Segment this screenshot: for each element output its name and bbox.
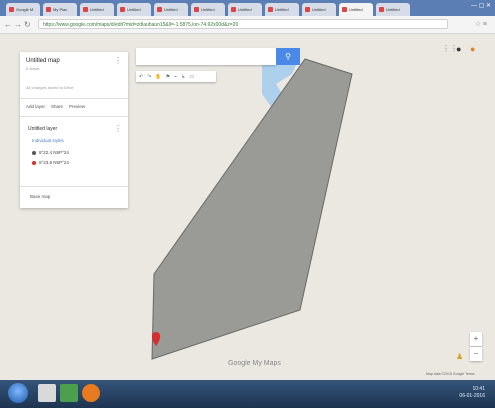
start-button[interactable]: [8, 383, 28, 403]
system-tray[interactable]: 10:41 06-01-2016: [459, 386, 485, 400]
divider: [20, 186, 128, 187]
notifications-icon[interactable]: ●: [456, 44, 461, 54]
layer-style-link[interactable]: Individual styles: [32, 138, 64, 143]
panel-menu-icon[interactable]: ⋮: [114, 56, 122, 65]
base-map-toggle[interactable]: Base map: [30, 194, 50, 199]
browser-tab[interactable]: My Plac: [43, 3, 77, 16]
marker-icon: [32, 160, 36, 165]
browser-tab[interactable]: Untitled: [154, 3, 188, 16]
address-bar-row: ← → ↻ https://www.google.com/maps/d/edit…: [0, 16, 495, 34]
tab-favicon-icon: [9, 7, 14, 12]
browser-tab[interactable]: Untitled: [302, 3, 336, 16]
window-controls[interactable]: — ▢ ✕: [471, 2, 491, 9]
divider: [20, 98, 128, 99]
firefox-icon[interactable]: [82, 384, 100, 402]
panel-actions: Add layer Share Preview: [26, 104, 85, 109]
map-views: 0 views: [26, 66, 40, 71]
tab-favicon-icon: [268, 7, 273, 12]
browser-tab[interactable]: Untitled: [228, 3, 262, 16]
tab-label: Untitled: [312, 7, 326, 12]
url-field[interactable]: https://www.google.com/maps/d/edit?mid=z…: [38, 19, 448, 29]
tab-favicon-icon: [342, 7, 347, 12]
tab-favicon-icon: [46, 7, 51, 12]
tab-label: Untitled: [164, 7, 178, 12]
browser-tab[interactable]: Untitled: [117, 3, 151, 16]
clock-date: 06-01-2016: [459, 393, 485, 399]
os-taskbar: 10:41 06-01-2016: [0, 380, 495, 408]
clock-time: 10:41: [472, 386, 485, 392]
tab-favicon-icon: [305, 7, 310, 12]
search-button[interactable]: ⚲: [276, 48, 300, 65]
zoom-out-button[interactable]: −: [470, 347, 482, 361]
tab-label: Google M: [16, 7, 34, 12]
add-layer-button[interactable]: Add layer: [26, 104, 45, 109]
tab-label: Untitled: [201, 7, 215, 12]
tab-label: Untitled: [90, 7, 104, 12]
redo-icon[interactable]: ↷: [147, 74, 151, 80]
directions-icon[interactable]: ↳: [181, 74, 185, 80]
map-attribution[interactable]: Map data ©2015 Google Terms: [426, 372, 475, 376]
list-item[interactable]: 9°22.4 N5P°24: [32, 150, 69, 155]
browser-tab[interactable]: Untitled: [376, 3, 410, 16]
tab-label: Untitled: [386, 7, 400, 12]
search-input[interactable]: [136, 48, 276, 65]
tab-favicon-icon: [120, 7, 125, 12]
tab-favicon-icon: [231, 7, 236, 12]
drawn-polygon: [151, 58, 353, 360]
reload-icon[interactable]: ↻: [24, 20, 31, 29]
pegman-icon[interactable]: ♟: [456, 352, 463, 361]
tab-favicon-icon: [194, 7, 199, 12]
hand-icon[interactable]: ✋: [155, 74, 161, 80]
map-canvas[interactable]: Untitled map 0 views ⋮ All changes saved…: [0, 34, 495, 380]
ruler-icon[interactable]: ▭: [189, 74, 194, 80]
tab-favicon-icon: [379, 7, 384, 12]
layer-name[interactable]: Untitled layer: [28, 126, 57, 132]
browser-tab[interactable]: Untitled: [265, 3, 299, 16]
list-item[interactable]: 9°23.8 N5P°24: [32, 160, 69, 165]
divider: [20, 116, 128, 117]
bookmark-star-icon[interactable]: ☆ ≡: [475, 20, 487, 28]
browser-tab[interactable]: Untitled: [339, 3, 373, 16]
drawing-toolbar: ↶ ↷ ✋ ⚑ ⌁ ↳ ▭: [136, 71, 216, 82]
browser-tab-strip: — ▢ ✕ Google M My Plac Untitled Untitled Unt…: [0, 0, 495, 16]
search-icon: ⚲: [285, 52, 291, 61]
polygon-icon: [32, 150, 36, 155]
layer-menu-icon[interactable]: ⋮: [114, 124, 122, 133]
share-button[interactable]: Share: [51, 104, 63, 109]
browser-tab[interactable]: Untitled: [191, 3, 225, 16]
zoom-in-button[interactable]: +: [470, 332, 482, 346]
file-explorer-icon[interactable]: [38, 384, 56, 402]
chrome-icon[interactable]: [60, 384, 78, 402]
avatar[interactable]: ●: [470, 44, 475, 54]
tab-label: Untitled: [127, 7, 141, 12]
tab-label: My Plac: [53, 7, 68, 12]
browser-tab[interactable]: Untitled: [80, 3, 114, 16]
map-title[interactable]: Untitled map: [26, 58, 60, 64]
back-icon[interactable]: ←: [4, 20, 12, 29]
tab-label: Untitled: [275, 7, 289, 12]
line-tool-icon[interactable]: ⌁: [174, 74, 177, 80]
map-side-panel: Untitled map 0 views ⋮ All changes saved…: [20, 52, 128, 208]
tab-favicon-icon: [157, 7, 162, 12]
forward-icon[interactable]: →: [14, 20, 22, 29]
tab-favicon-icon: [83, 7, 88, 12]
browser-tab[interactable]: Google M: [6, 3, 40, 16]
marker-tool-icon[interactable]: ⚑: [166, 74, 170, 80]
save-status: All changes saved to Drive: [26, 85, 74, 90]
preview-button[interactable]: Preview: [69, 104, 85, 109]
tab-label: Untitled: [349, 7, 363, 12]
tab-label: Untitled: [238, 7, 252, 12]
undo-icon[interactable]: ↶: [139, 74, 143, 80]
google-my-maps-logo: Google My Maps: [228, 360, 281, 367]
